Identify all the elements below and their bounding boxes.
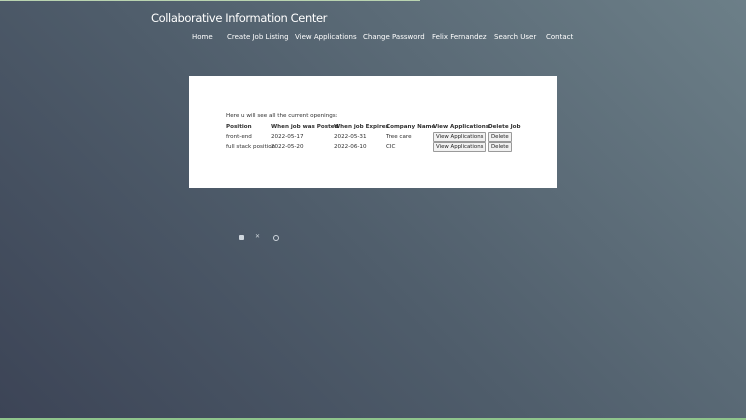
nav-contact[interactable]: Contact	[546, 33, 573, 41]
view-applications-button[interactable]: View Applications	[433, 132, 487, 142]
top-accent-line	[0, 0, 420, 1]
cell-company: Tree care	[386, 134, 412, 140]
main-nav: Home Create Job Listing View Application…	[0, 33, 746, 43]
col-header-expires: When job Expires	[334, 124, 389, 130]
cell-position: full stack position	[226, 144, 276, 150]
nav-search-user[interactable]: Search User	[494, 33, 536, 41]
nav-home[interactable]: Home	[192, 33, 213, 41]
twitter-icon[interactable]: ✕	[255, 233, 260, 240]
cell-expires: 2022-05-31	[334, 134, 367, 140]
nav-user-profile[interactable]: Felix Fernandez	[432, 33, 487, 41]
cell-posted: 2022-05-20	[271, 144, 304, 150]
cell-position: front-end	[226, 134, 252, 140]
col-header-company: Company Name	[386, 124, 436, 130]
col-header-posted: When job was Posted	[271, 124, 339, 130]
nav-change-password[interactable]: Change Password	[363, 33, 425, 41]
nav-create-job-listing[interactable]: Create Job Listing	[227, 33, 289, 41]
site-title: Collaborative Information Center	[151, 11, 327, 25]
cell-expires: 2022-06-10	[334, 144, 367, 150]
col-header-delete: Delete Job	[488, 124, 521, 130]
delete-job-button[interactable]: Delete	[488, 142, 512, 152]
nav-view-applications[interactable]: View Applications	[295, 33, 357, 41]
col-header-view: View Applications	[433, 124, 490, 130]
col-header-position: Position	[226, 124, 252, 130]
view-applications-button[interactable]: View Applications	[433, 142, 487, 152]
intro-text: Here u will see all the current openings…	[226, 113, 338, 119]
facebook-icon[interactable]	[239, 235, 244, 240]
cell-company: CIC	[386, 144, 396, 150]
openings-panel: Here u will see all the current openings…	[189, 76, 557, 188]
delete-job-button[interactable]: Delete	[488, 132, 512, 142]
instagram-icon[interactable]	[273, 235, 279, 241]
cell-posted: 2022-05-17	[271, 134, 304, 140]
